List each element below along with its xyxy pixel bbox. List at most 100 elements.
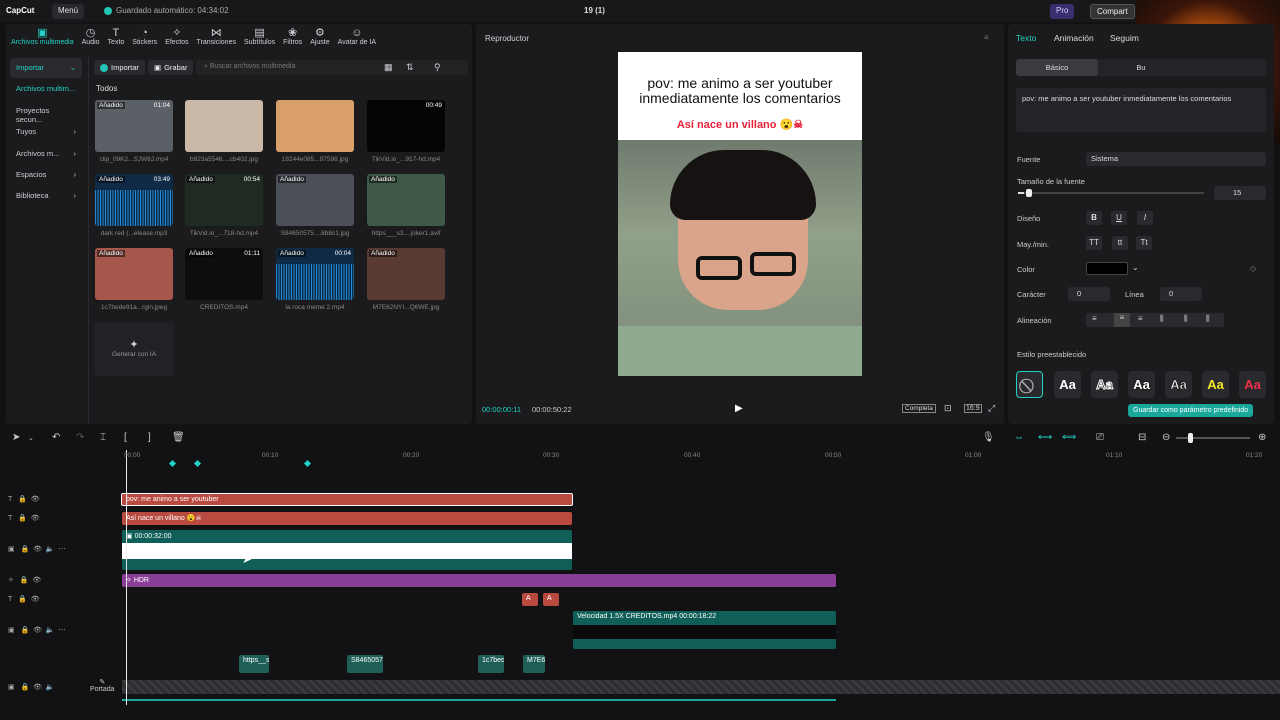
- save-preset-button[interactable]: Guardar como parámetro predefinido: [1128, 404, 1254, 417]
- select-tool-icon[interactable]: ➤: [12, 432, 20, 443]
- eye-icon[interactable]: 👁: [33, 684, 42, 691]
- media-thumbnail[interactable]: Añadido 01:11: [185, 248, 263, 300]
- video-clip-main[interactable]: ▣ 00:00:32:00: [122, 530, 572, 570]
- more-icon[interactable]: ⋯: [58, 627, 65, 634]
- player-menu-icon[interactable]: ≡: [984, 33, 989, 42]
- cover-button[interactable]: ✎ Portada: [90, 678, 115, 693]
- crop-icon[interactable]: ⊡: [944, 403, 952, 414]
- underline-icon[interactable]: U: [1111, 211, 1127, 225]
- lock-icon[interactable]: 🔒: [20, 577, 29, 584]
- eye-icon[interactable]: 👁: [31, 515, 40, 522]
- lock-icon[interactable]: 🔒: [20, 684, 29, 691]
- pro-button[interactable]: Pro: [1050, 4, 1075, 19]
- preset-style-4[interactable]: Aa: [1165, 371, 1192, 398]
- media-thumbnail[interactable]: Añadido: [276, 174, 354, 226]
- media-thumbnail[interactable]: Añadido: [367, 248, 445, 300]
- preset-style-3[interactable]: Aa: [1128, 371, 1155, 398]
- lowercase-icon[interactable]: tt: [1112, 236, 1128, 250]
- sidebar-item-6[interactable]: Biblioteca ›: [10, 186, 82, 206]
- sidebar-item-2[interactable]: Proyectos secun...: [10, 101, 82, 124]
- preset-none-icon[interactable]: ⃠: [1016, 371, 1043, 398]
- align-right-icon[interactable]: ≡: [1138, 314, 1143, 323]
- media-thumbnail[interactable]: Añadido: [367, 174, 445, 226]
- sidebar-item-0[interactable]: Importar ⌄: [10, 58, 82, 78]
- effect-clip-hdr[interactable]: ✧ HDR: [122, 574, 836, 587]
- media-search-input[interactable]: ⌕ Buscar archivos multimedia: [196, 60, 468, 75]
- line-spacing-input[interactable]: 0: [1160, 287, 1202, 301]
- eye-icon[interactable]: 👁: [31, 596, 40, 603]
- tab-audio[interactable]: ◷ Audio: [79, 27, 103, 51]
- media-thumbnail[interactable]: 00:49: [367, 100, 445, 152]
- image-clip-1[interactable]: https__s: [239, 655, 269, 673]
- vertical-top-icon[interactable]: ⫼: [1160, 314, 1164, 324]
- align-left-icon[interactable]: ≡: [1092, 314, 1097, 323]
- sort-icon[interactable]: ⇅: [406, 62, 414, 73]
- import-button[interactable]: Importar: [94, 60, 145, 75]
- lock-icon[interactable]: 🔒: [18, 515, 27, 522]
- auto-snap-icon[interactable]: ⟷: [1038, 432, 1052, 443]
- lock-icon[interactable]: 🔒: [18, 596, 27, 603]
- main-track-empty[interactable]: [122, 680, 1280, 694]
- split-left-icon[interactable]: [: [124, 432, 127, 443]
- grid-view-icon[interactable]: ▦: [384, 62, 393, 73]
- media-thumbnail[interactable]: [185, 100, 263, 152]
- preset-style-1[interactable]: Aa: [1054, 371, 1081, 398]
- share-button[interactable]: Compart: [1090, 4, 1135, 19]
- media-thumbnail[interactable]: Añadido 00:54: [185, 174, 263, 226]
- fit-timeline-icon[interactable]: ⊟: [1138, 432, 1146, 443]
- sidebar-item-4[interactable]: Archivos m... ›: [10, 144, 82, 164]
- zoom-knob[interactable]: [1188, 433, 1193, 443]
- bold-icon[interactable]: B: [1086, 211, 1102, 225]
- preview-axis-icon[interactable]: ⎚: [1096, 432, 1104, 443]
- fit-select[interactable]: Completa: [902, 404, 936, 413]
- tab-ai-avatar[interactable]: ☺ Avatar de IA: [335, 27, 379, 51]
- speaker-icon[interactable]: 🔈: [46, 627, 55, 634]
- sidebar-item-5[interactable]: Espacios ›: [10, 165, 82, 185]
- media-thumbnail[interactable]: Añadido 03:49: [95, 174, 173, 226]
- speaker-icon[interactable]: 🔈: [46, 546, 55, 553]
- tab-tracking[interactable]: Seguim: [1110, 33, 1139, 43]
- linkage-icon[interactable]: ⟺: [1062, 432, 1076, 443]
- chevron-down-icon[interactable]: ⌄: [1132, 263, 1139, 272]
- microphone-icon[interactable]: 🎙: [982, 432, 995, 443]
- eye-icon[interactable]: 👁: [33, 627, 42, 634]
- generate-ai-card[interactable]: ✦ Generar con IA: [94, 322, 174, 376]
- speaker-icon[interactable]: 🔈: [46, 684, 55, 691]
- text-content-input[interactable]: pov: me animo a ser youtuber inmediatame…: [1016, 88, 1266, 132]
- eye-icon[interactable]: 👁: [33, 546, 42, 553]
- subtab-bubble[interactable]: Bu: [1100, 59, 1182, 76]
- more-icon[interactable]: ⋯: [58, 546, 65, 553]
- preset-style-6[interactable]: Aa: [1239, 371, 1266, 398]
- image-clip-4[interactable]: M7E6: [523, 655, 545, 673]
- main-track-magnet-icon[interactable]: ⇔: [1014, 432, 1024, 443]
- redo-icon[interactable]: ↷: [76, 432, 84, 443]
- font-size-slider[interactable]: [1018, 189, 1204, 197]
- text-clip-small-1[interactable]: A: [522, 593, 538, 606]
- uppercase-icon[interactable]: TT: [1086, 236, 1102, 250]
- eye-icon[interactable]: 👁: [31, 496, 40, 503]
- lock-icon[interactable]: 🔒: [20, 546, 29, 553]
- split-icon[interactable]: ⌶: [100, 432, 106, 443]
- tab-media[interactable]: ▣ Archivos multimedia: [8, 27, 77, 51]
- video-clip-credits[interactable]: Velocidad 1.5X CREDITOS.mp4 00:00:18:22: [573, 611, 836, 649]
- text-clip-pov[interactable]: pov: me animo a ser youtuber: [121, 493, 573, 506]
- vertical-center-icon[interactable]: ⫼: [1184, 314, 1188, 324]
- keyframe-icon[interactable]: ◇: [1250, 264, 1256, 273]
- media-thumbnail[interactable]: Añadido 00:04: [276, 248, 354, 300]
- tab-text[interactable]: Texto: [1016, 33, 1036, 43]
- tab-effects[interactable]: ✧ Efectos: [162, 27, 191, 51]
- align-center-icon[interactable]: ≡: [1114, 313, 1130, 327]
- font-size-input[interactable]: 15: [1214, 186, 1266, 200]
- font-select[interactable]: Sistema: [1086, 152, 1266, 166]
- video-preview[interactable]: pov: me animo a ser youtuber inmediatame…: [618, 52, 862, 376]
- tab-subtitles[interactable]: ▤ Subtítulos: [241, 27, 278, 51]
- eye-icon[interactable]: 👁: [32, 577, 41, 584]
- character-spacing-input[interactable]: 0: [1068, 287, 1110, 301]
- ratio-icon[interactable]: 16:9: [964, 404, 982, 413]
- fullscreen-icon[interactable]: ⤢: [988, 403, 995, 414]
- zoom-in-icon[interactable]: ⊕: [1258, 432, 1266, 443]
- split-right-icon[interactable]: ]: [148, 432, 151, 443]
- media-thumbnail[interactable]: Añadido 01:04: [95, 100, 173, 152]
- tab-filters[interactable]: ❀ Filtros: [280, 27, 305, 51]
- tab-text[interactable]: T Texto: [105, 27, 128, 51]
